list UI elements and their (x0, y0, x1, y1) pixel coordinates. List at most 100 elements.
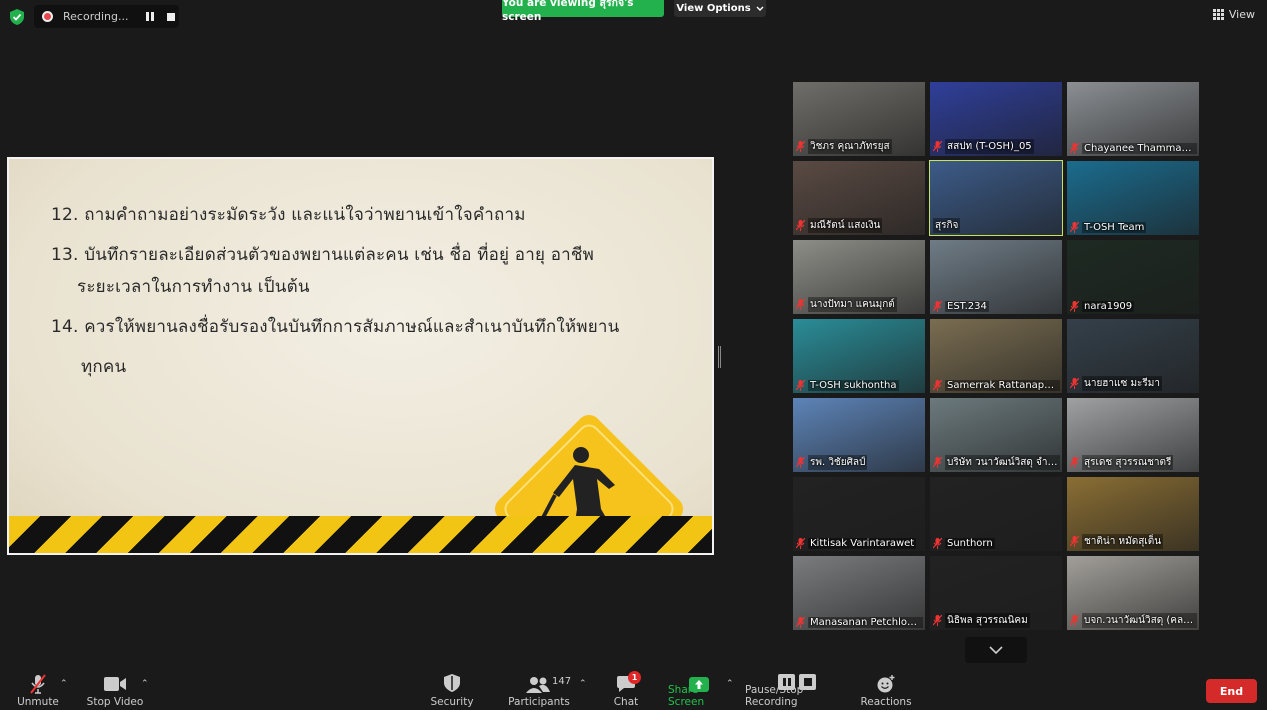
participant-tile[interactable]: บจก.วนาวัฒน์วิสดุ (คลองแ... (1067, 556, 1199, 630)
security-button[interactable]: Security (430, 665, 474, 710)
shield-icon (444, 674, 460, 692)
stop-video-label: Stop Video (86, 696, 144, 708)
participant-name: Chayanee Thammarat ... (1082, 143, 1197, 154)
participant-name: นิธิพล สุวรรณนิคม (945, 613, 1030, 628)
recording-indicator: Recording... (34, 5, 179, 28)
slide-line-2: 13. บันทึกรายละเอียดส่วนตัวของพยานแต่ละค… (51, 245, 595, 265)
participants-count: 147 (552, 676, 572, 687)
view-options-button[interactable]: View Options (674, 0, 766, 17)
meeting-toolbar: Unmute ⌃ Stop Video ⌃ Security 147 Parti… (0, 665, 1267, 710)
video-camera-icon (104, 677, 126, 691)
muted-mic-icon (933, 301, 942, 312)
participant-name: รพ. วิชัยศิลป์ (808, 455, 868, 470)
participant-tile[interactable]: T-OSH Team (1067, 161, 1199, 235)
muted-mic-icon (933, 141, 942, 152)
participant-tile[interactable]: Kittisak Varintarawet (793, 477, 925, 551)
pause-stop-recording-button[interactable]: Pause/Stop Recording (745, 665, 849, 710)
share-options-caret-icon[interactable]: ⌃ (726, 679, 734, 689)
muted-mic-icon (1070, 222, 1079, 233)
muted-mic-icon (933, 380, 942, 391)
participant-tile[interactable]: T-OSH sukhontha (793, 319, 925, 393)
participants-label: Participants (508, 696, 570, 708)
participant-tile[interactable]: สุรเดช สุวรรณชาตรี (1067, 398, 1199, 472)
participant-tile[interactable]: Manasanan Petchloogin (793, 556, 925, 630)
muted-mic-icon (796, 220, 805, 231)
chat-unread-badge: 1 (628, 671, 641, 684)
participant-tile[interactable]: นายฮาแซ มะรีมา (1067, 319, 1199, 393)
slide-line-1: 12. ถามคำถามอย่างระมัดระวัง และแน่ใจว่าพ… (51, 205, 526, 225)
chat-label: Chat (613, 696, 639, 708)
participant-name: T-OSH Team (1082, 222, 1147, 233)
participant-name: Sunthorn (945, 538, 995, 549)
participant-name: T-OSH sukhontha (808, 380, 899, 391)
muted-mic-icon (796, 617, 805, 628)
unmute-button[interactable]: Unmute (14, 665, 62, 710)
share-screen-icon (689, 677, 709, 692)
participant-tile[interactable]: Sunthorn (930, 477, 1062, 551)
participant-name: Kittisak Varintarawet (808, 538, 917, 549)
pause-recording-button[interactable] (144, 11, 156, 23)
stop-recording-button[interactable] (165, 11, 177, 23)
participant-name: EST.234 (945, 301, 989, 312)
zoom-meeting-window: Recording... You are viewing สุรกิจ's sc… (0, 0, 1267, 710)
stop-icon (167, 12, 175, 21)
slide-line-3: ระยะเวลาในการทำงาน เป็นต้น (77, 277, 310, 297)
participant-tile[interactable]: นิธิพล สุวรรณนิคม (930, 556, 1062, 630)
gallery-next-page-button[interactable] (965, 637, 1027, 663)
participant-tile[interactable]: มณีรัตน์ แสงเงิน (793, 161, 925, 235)
participant-tile[interactable]: ชาติน่า หมัดสุเต็น (1067, 477, 1199, 551)
recording-label: Recording... (63, 10, 129, 23)
reactions-button[interactable]: Reactions (860, 665, 912, 710)
participant-name: nara1909 (1082, 301, 1135, 312)
slide-line-5: ทุกคน (81, 357, 127, 377)
view-options-label: View Options (676, 3, 751, 14)
slide-line-4: 14. ควรให้พยานลงชื่อรับรองในบันทึกการสัม… (51, 317, 620, 337)
split-resize-handle[interactable] (718, 346, 721, 368)
stop-video-button[interactable]: Stop Video (86, 665, 144, 710)
participant-tile[interactable]: วิชภร คุณาภัทรยุส (793, 82, 925, 156)
muted-mic-icon (1070, 143, 1079, 154)
video-options-caret-icon[interactable]: ⌃ (141, 679, 149, 689)
pause-icon (146, 12, 154, 21)
participant-tile[interactable]: Samerrak Rattanaphan (930, 319, 1062, 393)
participant-name: มณีรัตน์ แสงเงิน (808, 218, 883, 233)
participant-name: Samerrak Rattanaphan (945, 380, 1060, 391)
muted-mic-icon (1070, 615, 1079, 626)
participant-tile[interactable]: บริษัท วนาวัฒน์วิสดุ จำกัด (930, 398, 1062, 472)
muted-mic-icon (796, 538, 805, 549)
participant-tile[interactable]: นางปัทมา แคนมุกต์ (793, 240, 925, 314)
participant-tile[interactable]: Chayanee Thammarat ... (1067, 82, 1199, 156)
participants-button[interactable]: 147 Participants (508, 665, 572, 710)
participant-tile[interactable]: รพ. วิชัยศิลป์ (793, 398, 925, 472)
view-button[interactable]: View (1212, 8, 1255, 21)
participant-name: Manasanan Petchloogin (808, 617, 923, 628)
muted-mic-icon (796, 299, 805, 310)
muted-mic-icon (933, 538, 942, 549)
audio-options-caret-icon[interactable]: ⌃ (60, 679, 68, 689)
view-label: View (1228, 8, 1255, 21)
participant-name: นางปัทมา แคนมุกต์ (808, 297, 897, 312)
participant-tile[interactable]: EST.234 (930, 240, 1062, 314)
active-speaker-tile[interactable]: สุรกิจ (929, 160, 1063, 236)
participant-name: สุรเดช สุวรรณชาตรี (1082, 455, 1174, 470)
muted-mic-icon (796, 457, 805, 468)
participant-name: บริษัท วนาวัฒน์วิสดุ จำกัด (945, 455, 1060, 470)
hazard-stripes (9, 516, 712, 553)
participants-icon (526, 677, 550, 693)
shield-icon[interactable] (10, 9, 24, 25)
gallery-grid-icon (1212, 9, 1224, 20)
security-label: Security (430, 696, 474, 708)
pause-stop-icon (778, 674, 816, 690)
participants-options-caret-icon[interactable]: ⌃ (579, 679, 587, 689)
participant-name: นายฮาแซ มะรีมา (1082, 376, 1162, 391)
unmute-label: Unmute (17, 696, 59, 708)
participant-name: บจก.วนาวัฒน์วิสดุ (คลองแ... (1082, 613, 1197, 628)
participant-name: ชาติน่า หมัดสุเต็น (1082, 534, 1164, 549)
recording-dot-icon (42, 11, 53, 22)
participant-tile[interactable]: สสปท (T-OSH)_05 (930, 82, 1062, 156)
share-screen-button[interactable]: Share Screen (668, 665, 730, 710)
chat-button[interactable]: 1 Chat (608, 665, 644, 710)
muted-mic-icon (1070, 301, 1079, 312)
participant-tile[interactable]: nara1909 (1067, 240, 1199, 314)
end-meeting-button[interactable]: End (1206, 679, 1257, 703)
